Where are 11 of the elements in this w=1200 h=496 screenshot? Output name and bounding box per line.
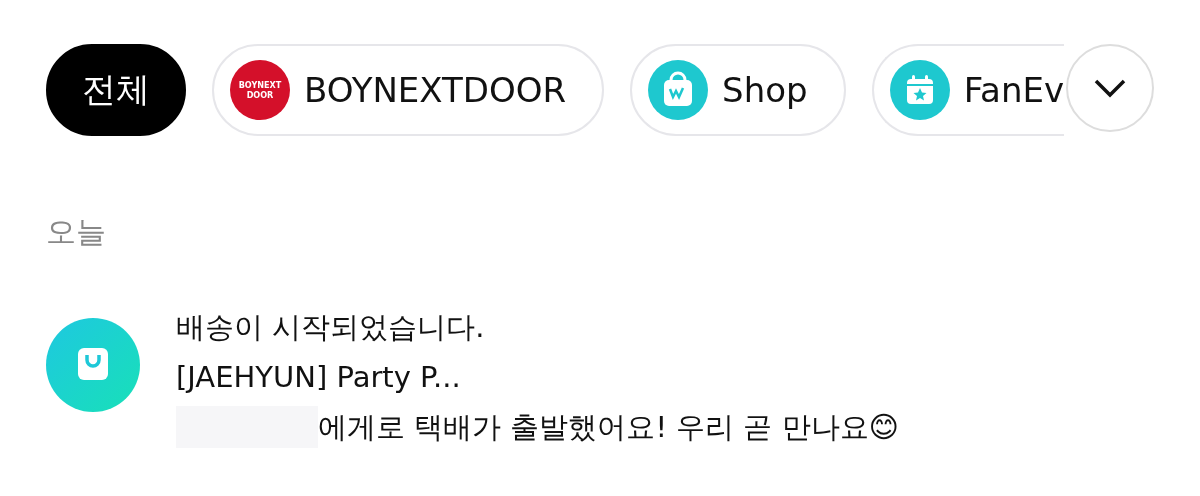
- artist-logo-icon: BOYNEXT DOOR: [230, 60, 290, 120]
- filter-chip[interactable]: BOYNEXT DOOR BOYNEXTDOOR: [212, 44, 605, 136]
- notification-title: 배송이 시작되었습니다.: [176, 309, 486, 346]
- filter-chip[interactable]: 전체: [46, 44, 186, 136]
- section-heading: 오늘: [46, 213, 107, 251]
- filter-chip[interactable]: Shop: [630, 44, 846, 136]
- shopping-bag-icon: [648, 60, 709, 120]
- shopping-bag-icon: [46, 318, 140, 412]
- notification-body: 에게로 택배가 출발했어요! 우리 곧 만나요😊: [318, 409, 899, 446]
- notification-subtitle: [JAEHYUN] Party P...: [176, 359, 462, 396]
- filter-chip[interactable]: FanEv: [871, 44, 1065, 136]
